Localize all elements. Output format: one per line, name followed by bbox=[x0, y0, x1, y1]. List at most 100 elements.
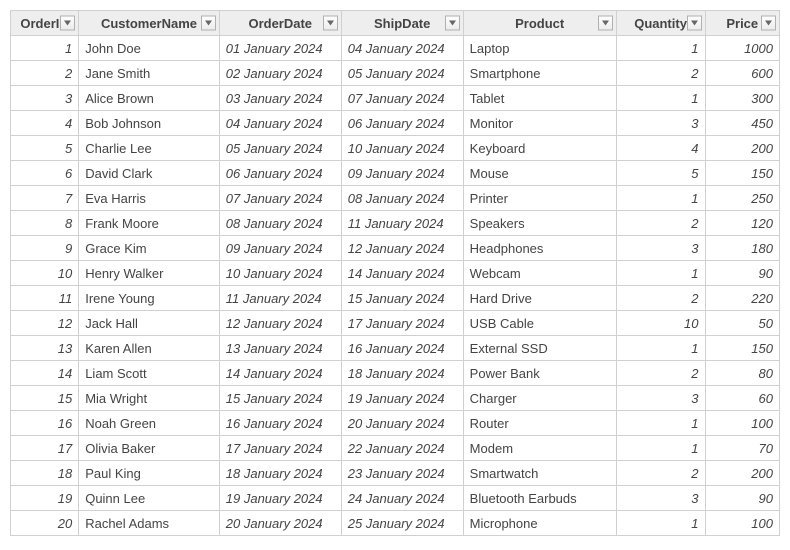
cell-product[interactable]: Modem bbox=[463, 436, 616, 461]
chevron-down-icon[interactable] bbox=[201, 16, 216, 31]
cell-product[interactable]: External SSD bbox=[463, 336, 616, 361]
cell-shipdate[interactable]: 06 January 2024 bbox=[341, 111, 463, 136]
cell-orderdate[interactable]: 11 January 2024 bbox=[219, 286, 341, 311]
cell-orderid[interactable]: 4 bbox=[11, 111, 79, 136]
cell-quantity[interactable]: 1 bbox=[616, 36, 705, 61]
cell-orderdate[interactable]: 18 January 2024 bbox=[219, 461, 341, 486]
cell-price[interactable]: 50 bbox=[705, 311, 779, 336]
header-product[interactable]: Product bbox=[463, 11, 616, 36]
table-row[interactable]: 1John Doe01 January 202404 January 2024L… bbox=[11, 36, 780, 61]
cell-customername[interactable]: Noah Green bbox=[79, 411, 220, 436]
cell-product[interactable]: Bluetooth Earbuds bbox=[463, 486, 616, 511]
cell-customername[interactable]: David Clark bbox=[79, 161, 220, 186]
cell-shipdate[interactable]: 20 January 2024 bbox=[341, 411, 463, 436]
cell-price[interactable]: 120 bbox=[705, 211, 779, 236]
cell-customername[interactable]: Bob Johnson bbox=[79, 111, 220, 136]
cell-product[interactable]: Microphone bbox=[463, 511, 616, 536]
cell-price[interactable]: 220 bbox=[705, 286, 779, 311]
header-customername[interactable]: CustomerName bbox=[79, 11, 220, 36]
cell-orderdate[interactable]: 05 January 2024 bbox=[219, 136, 341, 161]
cell-shipdate[interactable]: 23 January 2024 bbox=[341, 461, 463, 486]
cell-price[interactable]: 1000 bbox=[705, 36, 779, 61]
cell-product[interactable]: Router bbox=[463, 411, 616, 436]
cell-product[interactable]: Smartwatch bbox=[463, 461, 616, 486]
cell-quantity[interactable]: 4 bbox=[616, 136, 705, 161]
cell-quantity[interactable]: 1 bbox=[616, 86, 705, 111]
cell-shipdate[interactable]: 11 January 2024 bbox=[341, 211, 463, 236]
cell-quantity[interactable]: 1 bbox=[616, 411, 705, 436]
cell-orderdate[interactable]: 09 January 2024 bbox=[219, 236, 341, 261]
cell-customername[interactable]: Quinn Lee bbox=[79, 486, 220, 511]
cell-orderdate[interactable]: 20 January 2024 bbox=[219, 511, 341, 536]
cell-customername[interactable]: Eva Harris bbox=[79, 186, 220, 211]
cell-product[interactable]: Monitor bbox=[463, 111, 616, 136]
cell-quantity[interactable]: 3 bbox=[616, 486, 705, 511]
cell-shipdate[interactable]: 22 January 2024 bbox=[341, 436, 463, 461]
chevron-down-icon[interactable] bbox=[60, 16, 75, 31]
cell-orderid[interactable]: 19 bbox=[11, 486, 79, 511]
cell-orderdate[interactable]: 02 January 2024 bbox=[219, 61, 341, 86]
cell-shipdate[interactable]: 04 January 2024 bbox=[341, 36, 463, 61]
cell-quantity[interactable]: 1 bbox=[616, 511, 705, 536]
cell-customername[interactable]: Mia Wright bbox=[79, 386, 220, 411]
cell-price[interactable]: 90 bbox=[705, 261, 779, 286]
cell-product[interactable]: Tablet bbox=[463, 86, 616, 111]
cell-shipdate[interactable]: 17 January 2024 bbox=[341, 311, 463, 336]
cell-shipdate[interactable]: 10 January 2024 bbox=[341, 136, 463, 161]
cell-product[interactable]: Charger bbox=[463, 386, 616, 411]
cell-orderdate[interactable]: 08 January 2024 bbox=[219, 211, 341, 236]
cell-customername[interactable]: Frank Moore bbox=[79, 211, 220, 236]
cell-price[interactable]: 150 bbox=[705, 336, 779, 361]
chevron-down-icon[interactable] bbox=[598, 16, 613, 31]
cell-shipdate[interactable]: 05 January 2024 bbox=[341, 61, 463, 86]
chevron-down-icon[interactable] bbox=[761, 16, 776, 31]
cell-orderdate[interactable]: 10 January 2024 bbox=[219, 261, 341, 286]
cell-shipdate[interactable]: 16 January 2024 bbox=[341, 336, 463, 361]
table-row[interactable]: 14Liam Scott14 January 202418 January 20… bbox=[11, 361, 780, 386]
cell-quantity[interactable]: 1 bbox=[616, 186, 705, 211]
header-orderdate[interactable]: OrderDate bbox=[219, 11, 341, 36]
cell-shipdate[interactable]: 25 January 2024 bbox=[341, 511, 463, 536]
cell-orderid[interactable]: 9 bbox=[11, 236, 79, 261]
cell-quantity[interactable]: 3 bbox=[616, 236, 705, 261]
cell-price[interactable]: 250 bbox=[705, 186, 779, 211]
header-orderid[interactable]: OrderID bbox=[11, 11, 79, 36]
cell-orderid[interactable]: 20 bbox=[11, 511, 79, 536]
cell-customername[interactable]: John Doe bbox=[79, 36, 220, 61]
cell-customername[interactable]: Jane Smith bbox=[79, 61, 220, 86]
cell-product[interactable]: Printer bbox=[463, 186, 616, 211]
cell-customername[interactable]: Jack Hall bbox=[79, 311, 220, 336]
cell-product[interactable]: USB Cable bbox=[463, 311, 616, 336]
cell-quantity[interactable]: 5 bbox=[616, 161, 705, 186]
cell-price[interactable]: 600 bbox=[705, 61, 779, 86]
cell-orderdate[interactable]: 17 January 2024 bbox=[219, 436, 341, 461]
header-shipdate[interactable]: ShipDate bbox=[341, 11, 463, 36]
cell-product[interactable]: Keyboard bbox=[463, 136, 616, 161]
chevron-down-icon[interactable] bbox=[687, 16, 702, 31]
chevron-down-icon[interactable] bbox=[445, 16, 460, 31]
header-quantity[interactable]: Quantity bbox=[616, 11, 705, 36]
cell-shipdate[interactable]: 07 January 2024 bbox=[341, 86, 463, 111]
cell-quantity[interactable]: 1 bbox=[616, 436, 705, 461]
cell-orderdate[interactable]: 13 January 2024 bbox=[219, 336, 341, 361]
cell-price[interactable]: 150 bbox=[705, 161, 779, 186]
cell-orderid[interactable]: 13 bbox=[11, 336, 79, 361]
cell-shipdate[interactable]: 15 January 2024 bbox=[341, 286, 463, 311]
cell-customername[interactable]: Paul King bbox=[79, 461, 220, 486]
cell-orderdate[interactable]: 03 January 2024 bbox=[219, 86, 341, 111]
cell-orderdate[interactable]: 07 January 2024 bbox=[219, 186, 341, 211]
table-row[interactable]: 2Jane Smith02 January 202405 January 202… bbox=[11, 61, 780, 86]
cell-price[interactable]: 180 bbox=[705, 236, 779, 261]
table-row[interactable]: 4Bob Johnson04 January 202406 January 20… bbox=[11, 111, 780, 136]
cell-price[interactable]: 70 bbox=[705, 436, 779, 461]
cell-quantity[interactable]: 2 bbox=[616, 286, 705, 311]
cell-customername[interactable]: Rachel Adams bbox=[79, 511, 220, 536]
cell-customername[interactable]: Henry Walker bbox=[79, 261, 220, 286]
cell-orderid[interactable]: 17 bbox=[11, 436, 79, 461]
cell-quantity[interactable]: 2 bbox=[616, 211, 705, 236]
cell-orderid[interactable]: 10 bbox=[11, 261, 79, 286]
cell-orderid[interactable]: 5 bbox=[11, 136, 79, 161]
table-row[interactable]: 11Irene Young11 January 202415 January 2… bbox=[11, 286, 780, 311]
header-price[interactable]: Price bbox=[705, 11, 779, 36]
table-row[interactable]: 19Quinn Lee19 January 202424 January 202… bbox=[11, 486, 780, 511]
